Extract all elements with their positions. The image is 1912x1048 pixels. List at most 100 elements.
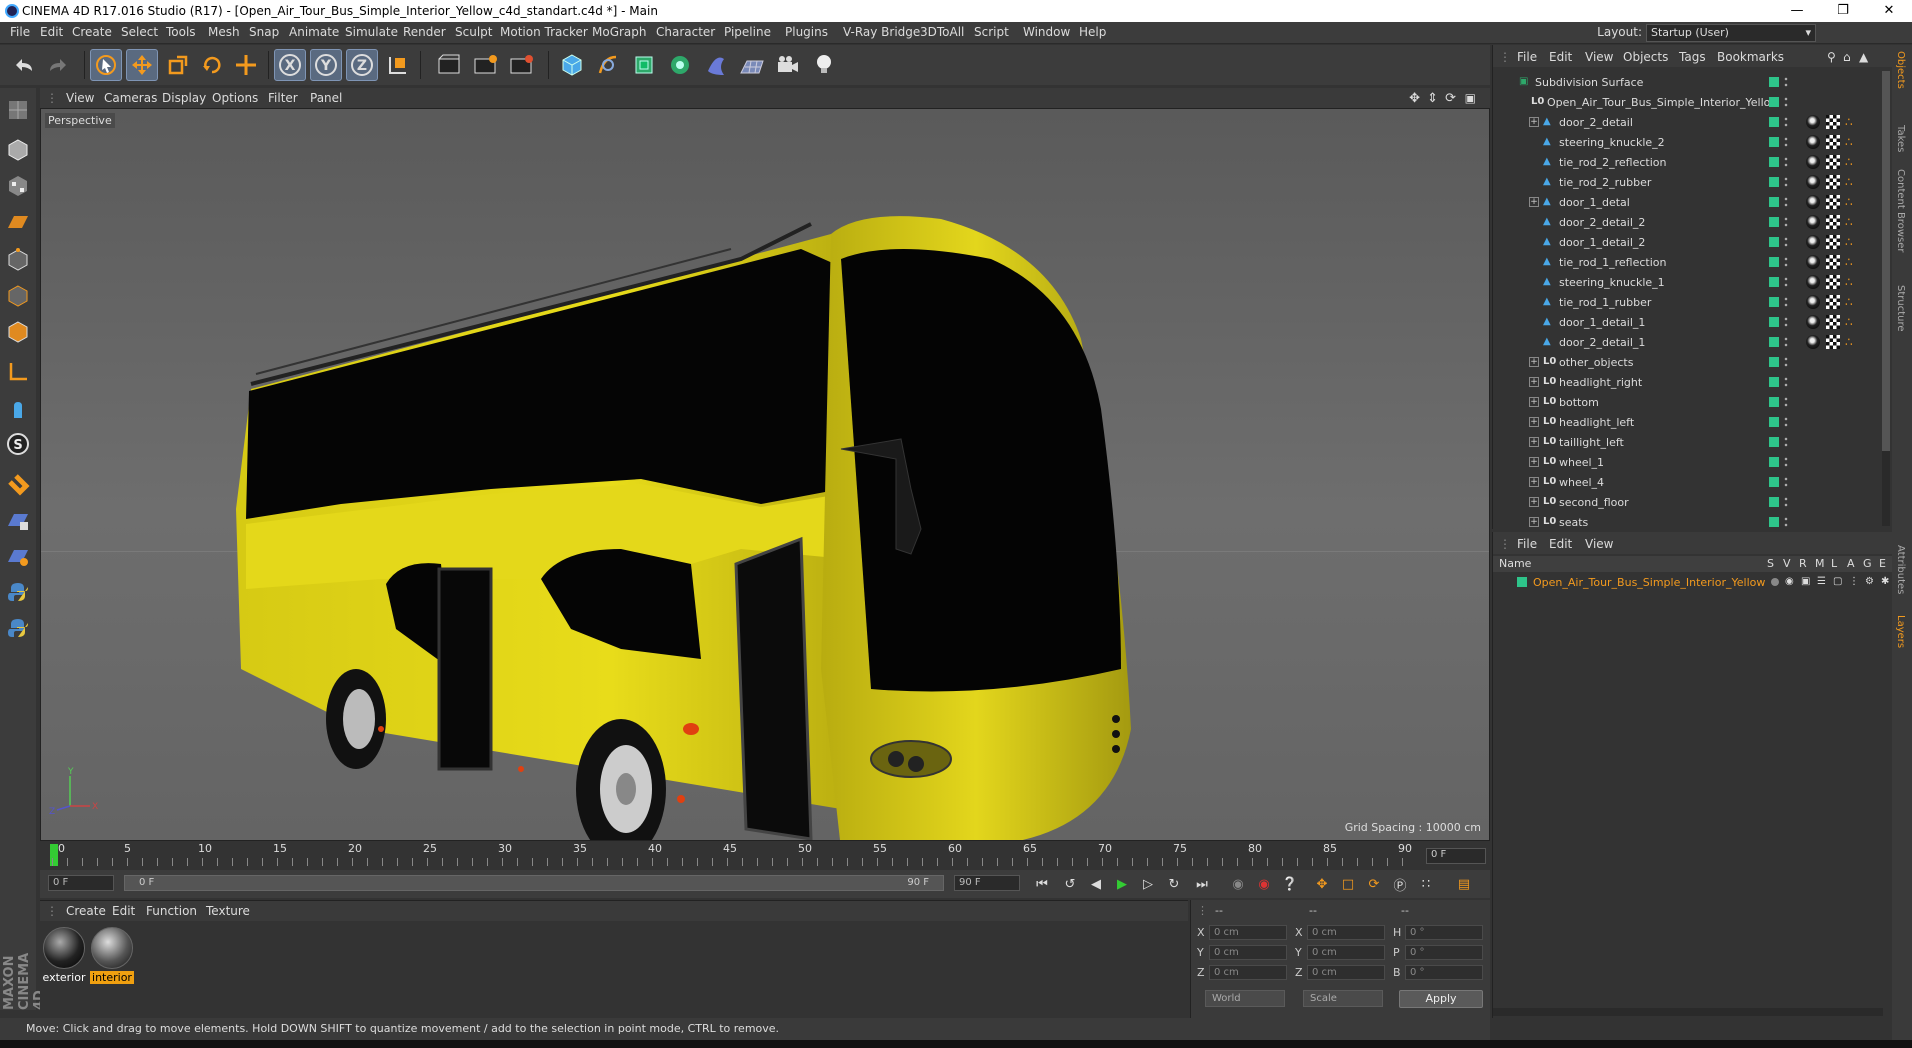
play-icon[interactable]: ▶ <box>1110 872 1134 896</box>
object-row[interactable]: + L0 second_floor <box>1493 493 1883 513</box>
material-swatch[interactable]: interior <box>90 927 134 984</box>
lm-menu-view[interactable]: View <box>1585 537 1613 551</box>
menu-simulate[interactable]: Simulate <box>345 25 398 39</box>
size-y-field[interactable]: 0 cm <box>1307 945 1385 960</box>
visibility-dots-icon[interactable] <box>1784 476 1788 489</box>
polygons-mode-icon[interactable] <box>4 318 32 346</box>
menu-mesh[interactable]: Mesh <box>208 25 240 39</box>
size-z-field[interactable]: 0 cm <box>1307 965 1385 980</box>
material-tag-icon[interactable] <box>1806 315 1820 329</box>
layer-color-swatch[interactable] <box>1769 217 1779 227</box>
snapping-icon[interactable]: S <box>4 430 32 458</box>
visibility-dots-icon[interactable] <box>1784 316 1788 329</box>
visibility-dots-icon[interactable] <box>1784 336 1788 349</box>
visibility-dots-icon[interactable] <box>1784 136 1788 149</box>
object-row[interactable]: ▲ tie_rod_2_reflection ∴ <box>1493 153 1883 173</box>
key-position-icon[interactable]: ✥ <box>1310 872 1334 896</box>
render-view-icon[interactable] <box>434 49 466 81</box>
om-menu-edit[interactable]: Edit <box>1549 50 1572 64</box>
object-row[interactable]: ▲ door_2_detail_1 ∴ <box>1493 333 1883 353</box>
render-icon[interactable]: ▣ <box>1801 576 1810 587</box>
visibility-dots-icon[interactable] <box>1784 116 1788 129</box>
size-x-field[interactable]: 0 cm <box>1307 925 1385 940</box>
key-scale-icon[interactable]: □ <box>1336 872 1360 896</box>
menu-motion-tracker[interactable]: Motion Tracker <box>500 25 588 39</box>
layer-color-swatch[interactable] <box>1769 297 1779 307</box>
layout-select[interactable]: Startup (User) ▾ <box>1646 24 1816 42</box>
texture-tag-icon[interactable] <box>1826 135 1840 149</box>
layer-color-swatch[interactable] <box>1769 237 1779 247</box>
material-tag-icon[interactable] <box>1806 195 1820 209</box>
expand-toggle-icon[interactable]: + <box>1529 377 1539 387</box>
object-row[interactable]: + L0 taillight_left <box>1493 433 1883 453</box>
restore-button[interactable]: ❐ <box>1820 0 1866 22</box>
phong-tag-icon[interactable]: ∴ <box>1845 235 1859 249</box>
texture-tag-icon[interactable] <box>1826 335 1840 349</box>
cube-icon[interactable] <box>556 49 588 81</box>
step-back-icon[interactable]: ◀ <box>1084 872 1108 896</box>
phong-tag-icon[interactable]: ∴ <box>1845 255 1859 269</box>
om-menu-view[interactable]: View <box>1585 50 1613 64</box>
autokey-icon[interactable]: ◉ <box>1252 872 1276 896</box>
go-to-end-icon[interactable]: ⏭ <box>1190 872 1214 896</box>
layer-color-swatch[interactable] <box>1769 497 1779 507</box>
texture-tag-icon[interactable] <box>1826 315 1840 329</box>
zoom-view-icon[interactable]: ⇕ <box>1427 91 1438 106</box>
menu-window[interactable]: Window <box>1023 25 1070 39</box>
key-rotation-icon[interactable]: ⟳ <box>1362 872 1386 896</box>
rot-b-field[interactable]: 0 ° <box>1405 965 1483 980</box>
material-swatch[interactable]: exterior <box>42 927 86 984</box>
vp-menu-filter[interactable]: Filter <box>268 91 298 105</box>
expand-toggle-icon[interactable]: + <box>1529 357 1539 367</box>
tab-structure[interactable]: Structure <box>1895 285 1906 332</box>
object-manager-scrollbar[interactable] <box>1882 71 1890 526</box>
tweak-mode-icon[interactable] <box>4 394 32 422</box>
menu-help[interactable]: Help <box>1079 25 1106 39</box>
expand-toggle-icon[interactable]: + <box>1529 497 1539 507</box>
visibility-dots-icon[interactable] <box>1784 456 1788 469</box>
menu-plugins[interactable]: Plugins <box>785 25 828 39</box>
axis-mode-icon[interactable] <box>4 358 32 386</box>
phong-tag-icon[interactable]: ∴ <box>1845 295 1859 309</box>
object-row[interactable]: + L0 wheel_1 <box>1493 453 1883 473</box>
symmetry-icon[interactable] <box>4 542 32 570</box>
pos-z-field[interactable]: 0 cm <box>1209 965 1287 980</box>
vp-menu-cameras[interactable]: Cameras <box>104 91 157 105</box>
layer-color-swatch[interactable] <box>1769 157 1779 167</box>
maximize-view-icon[interactable]: ▣ <box>1465 91 1476 105</box>
expand-toggle-icon[interactable]: + <box>1529 457 1539 467</box>
material-tag-icon[interactable] <box>1806 235 1820 249</box>
layer-color-swatch[interactable] <box>1769 477 1779 487</box>
tab-content-browser[interactable]: Content Browser <box>1895 169 1906 252</box>
object-row[interactable]: ▲ door_2_detail_2 ∴ <box>1493 213 1883 233</box>
object-row[interactable]: + L0 other_objects <box>1493 353 1883 373</box>
lm-menu-file[interactable]: File <box>1517 537 1537 551</box>
scale-icon[interactable] <box>162 49 194 81</box>
tab-attributes[interactable]: Attributes <box>1895 545 1906 594</box>
texture-tag-icon[interactable] <box>1826 195 1840 209</box>
close-button[interactable]: ✕ <box>1866 0 1912 22</box>
expand-toggle-icon[interactable]: + <box>1529 117 1539 127</box>
texture-tag-icon[interactable] <box>1826 115 1840 129</box>
visibility-dots-icon[interactable] <box>1784 276 1788 289</box>
object-row[interactable]: ▲ tie_rod_1_rubber ∴ <box>1493 293 1883 313</box>
floor-icon[interactable] <box>736 49 768 81</box>
workplane-icon[interactable] <box>4 208 32 236</box>
python-icon[interactable] <box>4 578 32 606</box>
menu-file[interactable]: File <box>10 25 30 39</box>
layer-color-swatch[interactable] <box>1769 77 1779 87</box>
menu-mograph[interactable]: MoGraph <box>592 25 647 39</box>
menu-select[interactable]: Select <box>121 25 158 39</box>
layer-color-swatch[interactable] <box>1769 257 1779 267</box>
layer-color-swatch[interactable] <box>1769 517 1779 527</box>
mat-menu-texture[interactable]: Texture <box>206 904 250 918</box>
object-row[interactable]: + L0 bottom <box>1493 393 1883 413</box>
step-forward-icon[interactable]: ▷ <box>1136 872 1160 896</box>
vp-menu-options[interactable]: Options <box>212 91 258 105</box>
magnet-icon[interactable] <box>4 470 32 498</box>
lock-grid-icon[interactable] <box>4 506 32 534</box>
subdivision-icon[interactable] <box>628 49 660 81</box>
material-tag-icon[interactable] <box>1806 255 1820 269</box>
phong-tag-icon[interactable]: ∴ <box>1845 175 1859 189</box>
cloner-icon[interactable] <box>664 49 696 81</box>
